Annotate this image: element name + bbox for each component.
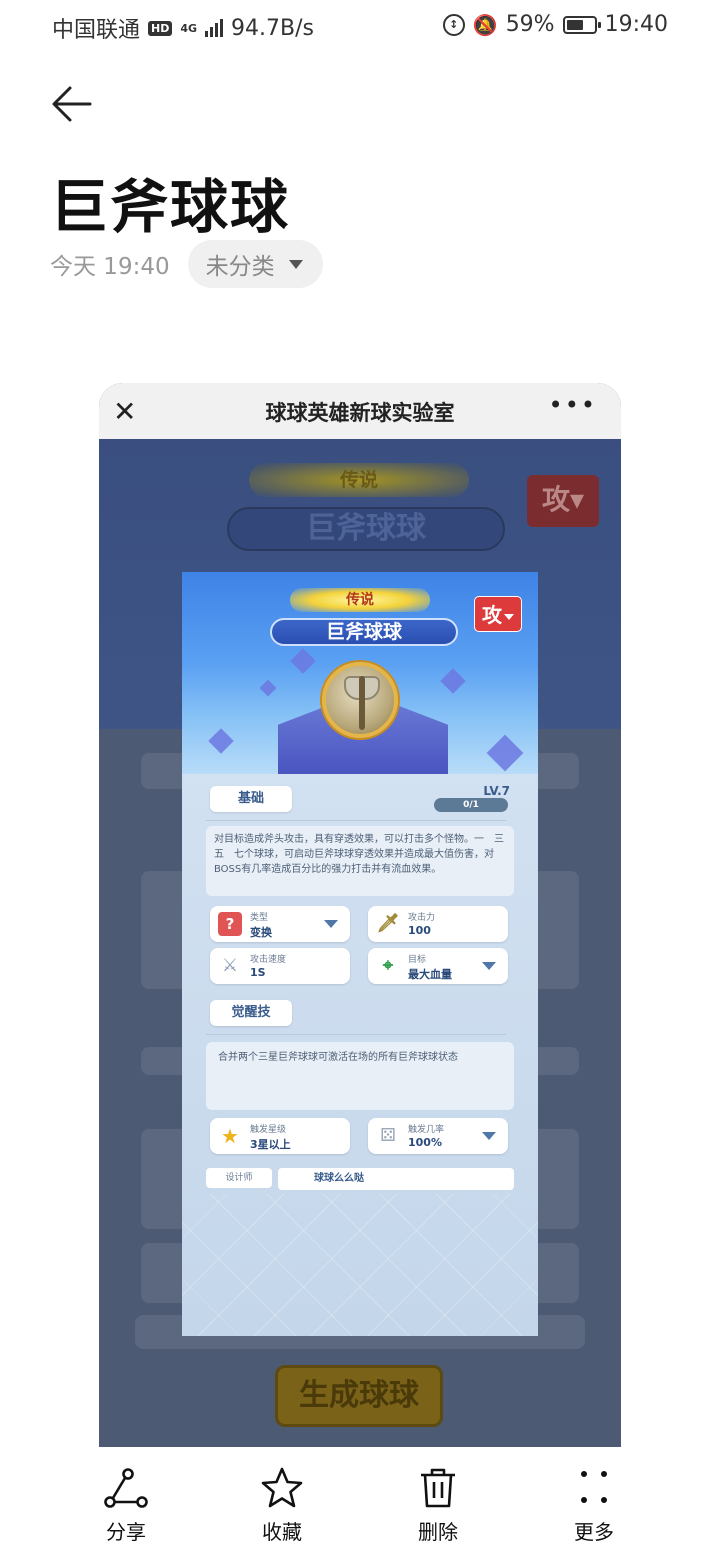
designer-label: 设计师 <box>206 1168 272 1188</box>
note-title: 巨斧球球 <box>50 173 291 241</box>
trash-icon <box>421 1468 455 1508</box>
share-label: 分享 <box>106 1520 146 1544</box>
stat-attack-speed: ⚔ 攻击速度 1S <box>210 948 350 984</box>
trigger-label: 触发星级 <box>250 1125 287 1135</box>
awaken-description: 合并两个三星巨斧球球可激活在场的所有巨斧球球状态 <box>206 1042 514 1110</box>
mute-bell-icon: 🔕 <box>472 12 498 37</box>
tab-awaken: 觉醒技 <box>210 1000 292 1026</box>
skill-description: 对目标造成斧头攻击，具有穿透效果，可以打击多个怪物。一 三 五 七个球球，可启动… <box>206 826 514 896</box>
axe-ball-icon <box>322 662 398 738</box>
battery-icon <box>562 15 601 34</box>
decor-cube <box>259 679 277 697</box>
decor-cube <box>440 668 466 694</box>
more-button[interactable]: 更多 <box>544 1466 644 1545</box>
dropdown-arrow-icon <box>288 259 303 269</box>
level-progress: 0/1 <box>434 798 508 812</box>
back-button[interactable] <box>48 82 96 126</box>
hd-badge: HD <box>148 20 173 36</box>
bg-attack-label: 攻 <box>541 483 570 516</box>
dropdown-arrow-icon <box>324 920 338 928</box>
favorite-label: 收藏 <box>262 1520 302 1544</box>
clock: 19:40 <box>604 12 668 37</box>
star-icon: ★ <box>221 1124 239 1148</box>
trigger-label: 触发几率 <box>408 1125 445 1135</box>
trigger-value: 3星以上 <box>250 1138 291 1151</box>
note-meta: 今天 19:40 未分类 <box>50 240 323 288</box>
stat-label: 类型 <box>250 913 269 923</box>
crossed-swords-icon: ⚔ <box>221 955 239 976</box>
stat-label: 攻击力 <box>408 913 436 923</box>
trigger-value: 100% <box>408 1136 442 1149</box>
stat-label: 攻击速度 <box>250 955 287 965</box>
favorite-button[interactable]: 收藏 <box>232 1466 332 1545</box>
stat-type: ? 类型 变换 <box>210 906 350 942</box>
stat-value: 最大血量 <box>408 968 452 981</box>
bottom-toolbar: 分享 收藏 删除 更多 <box>0 1450 720 1560</box>
lattice-pattern <box>182 1194 538 1336</box>
category-label: 未分类 <box>205 254 275 280</box>
battery-percent: 59% <box>505 12 555 37</box>
dropdown-arrow-icon <box>482 962 496 970</box>
category-dropdown[interactable]: 未分类 <box>187 240 323 288</box>
divider <box>206 820 506 821</box>
attack-type-button: 攻 <box>474 596 522 632</box>
decor-cube <box>290 648 316 674</box>
more-label: 更多 <box>574 1520 614 1544</box>
stat-label: 目标 <box>408 955 427 965</box>
sword-icon: 🗡 <box>376 913 400 934</box>
ball-name: 巨斧球球 <box>270 618 458 646</box>
attack-type-label: 攻 <box>482 603 502 627</box>
signal-icon <box>205 19 224 37</box>
tab-basic: 基础 <box>210 786 292 812</box>
popup-body: 基础 LV.7 0/1 对目标造成斧头攻击，具有穿透效果，可以打击多个怪物。一 … <box>182 774 538 1336</box>
hero-banner: 传说 巨斧球球 攻 <box>182 572 538 774</box>
stat-value: 100 <box>408 924 431 937</box>
question-icon: ? <box>218 912 242 936</box>
rarity-tag: 传说 <box>290 588 430 612</box>
mini-program-title: 球球英雄新球实验室 <box>265 401 455 425</box>
share-button[interactable]: 分享 <box>76 1466 176 1545</box>
delete-label: 删除 <box>418 1520 458 1544</box>
note-date: 今天 19:40 <box>50 254 170 280</box>
divider <box>206 1034 506 1035</box>
more-dots-icon <box>581 1471 607 1503</box>
trigger-star: ★ 触发星级 3星以上 <box>210 1118 350 1154</box>
crosshair-icon: ⌖ <box>382 955 394 976</box>
dice-icon: ⚄ <box>380 1125 396 1146</box>
bg-rarity-ribbon: 传说 <box>249 463 469 497</box>
bg-attack-badge: 攻▾ <box>527 475 599 527</box>
star-outline-icon <box>261 1467 303 1508</box>
decor-cube <box>208 728 234 754</box>
dropdown-arrow-icon <box>482 1132 496 1140</box>
more-dots-icon: ••• <box>548 391 597 419</box>
stat-value: 1S <box>250 966 266 979</box>
carrier-label: 中国联通 <box>52 18 141 43</box>
status-bar: 中国联通 HD 4G 94.7B/s ↕ 🔕 59% 19:40 <box>0 0 720 52</box>
share-icon <box>104 1468 148 1508</box>
mini-program-header: ✕ 球球英雄新球实验室 ••• <box>99 383 621 439</box>
stat-value: 变换 <box>250 926 272 939</box>
trigger-chance: ⚄ 触发几率 100% <box>368 1118 508 1154</box>
ball-detail-popup: 传说 巨斧球球 攻 基础 LV.7 0/1 对目标造成斧头攻击，具有穿透效果，可… <box>182 572 538 1336</box>
data-saver-icon: ↕ <box>442 13 465 36</box>
stat-attack: 🗡 攻击力 100 <box>368 906 508 942</box>
back-arrow-icon <box>52 86 92 122</box>
dropdown-arrow-icon <box>504 613 514 620</box>
net-type-label: 4G <box>180 21 198 35</box>
level-label: LV.7 <box>483 784 510 798</box>
bg-name-pill: 巨斧球球 <box>227 507 505 551</box>
net-speed: 94.7B/s <box>231 15 314 41</box>
generate-ball-button: 生成球球 <box>275 1365 443 1427</box>
decor-cube <box>486 734 524 772</box>
delete-button[interactable]: 删除 <box>388 1466 488 1545</box>
stat-target: ⌖ 目标 最大血量 <box>368 948 508 984</box>
designer-value: 球球么么哒 <box>278 1168 514 1190</box>
